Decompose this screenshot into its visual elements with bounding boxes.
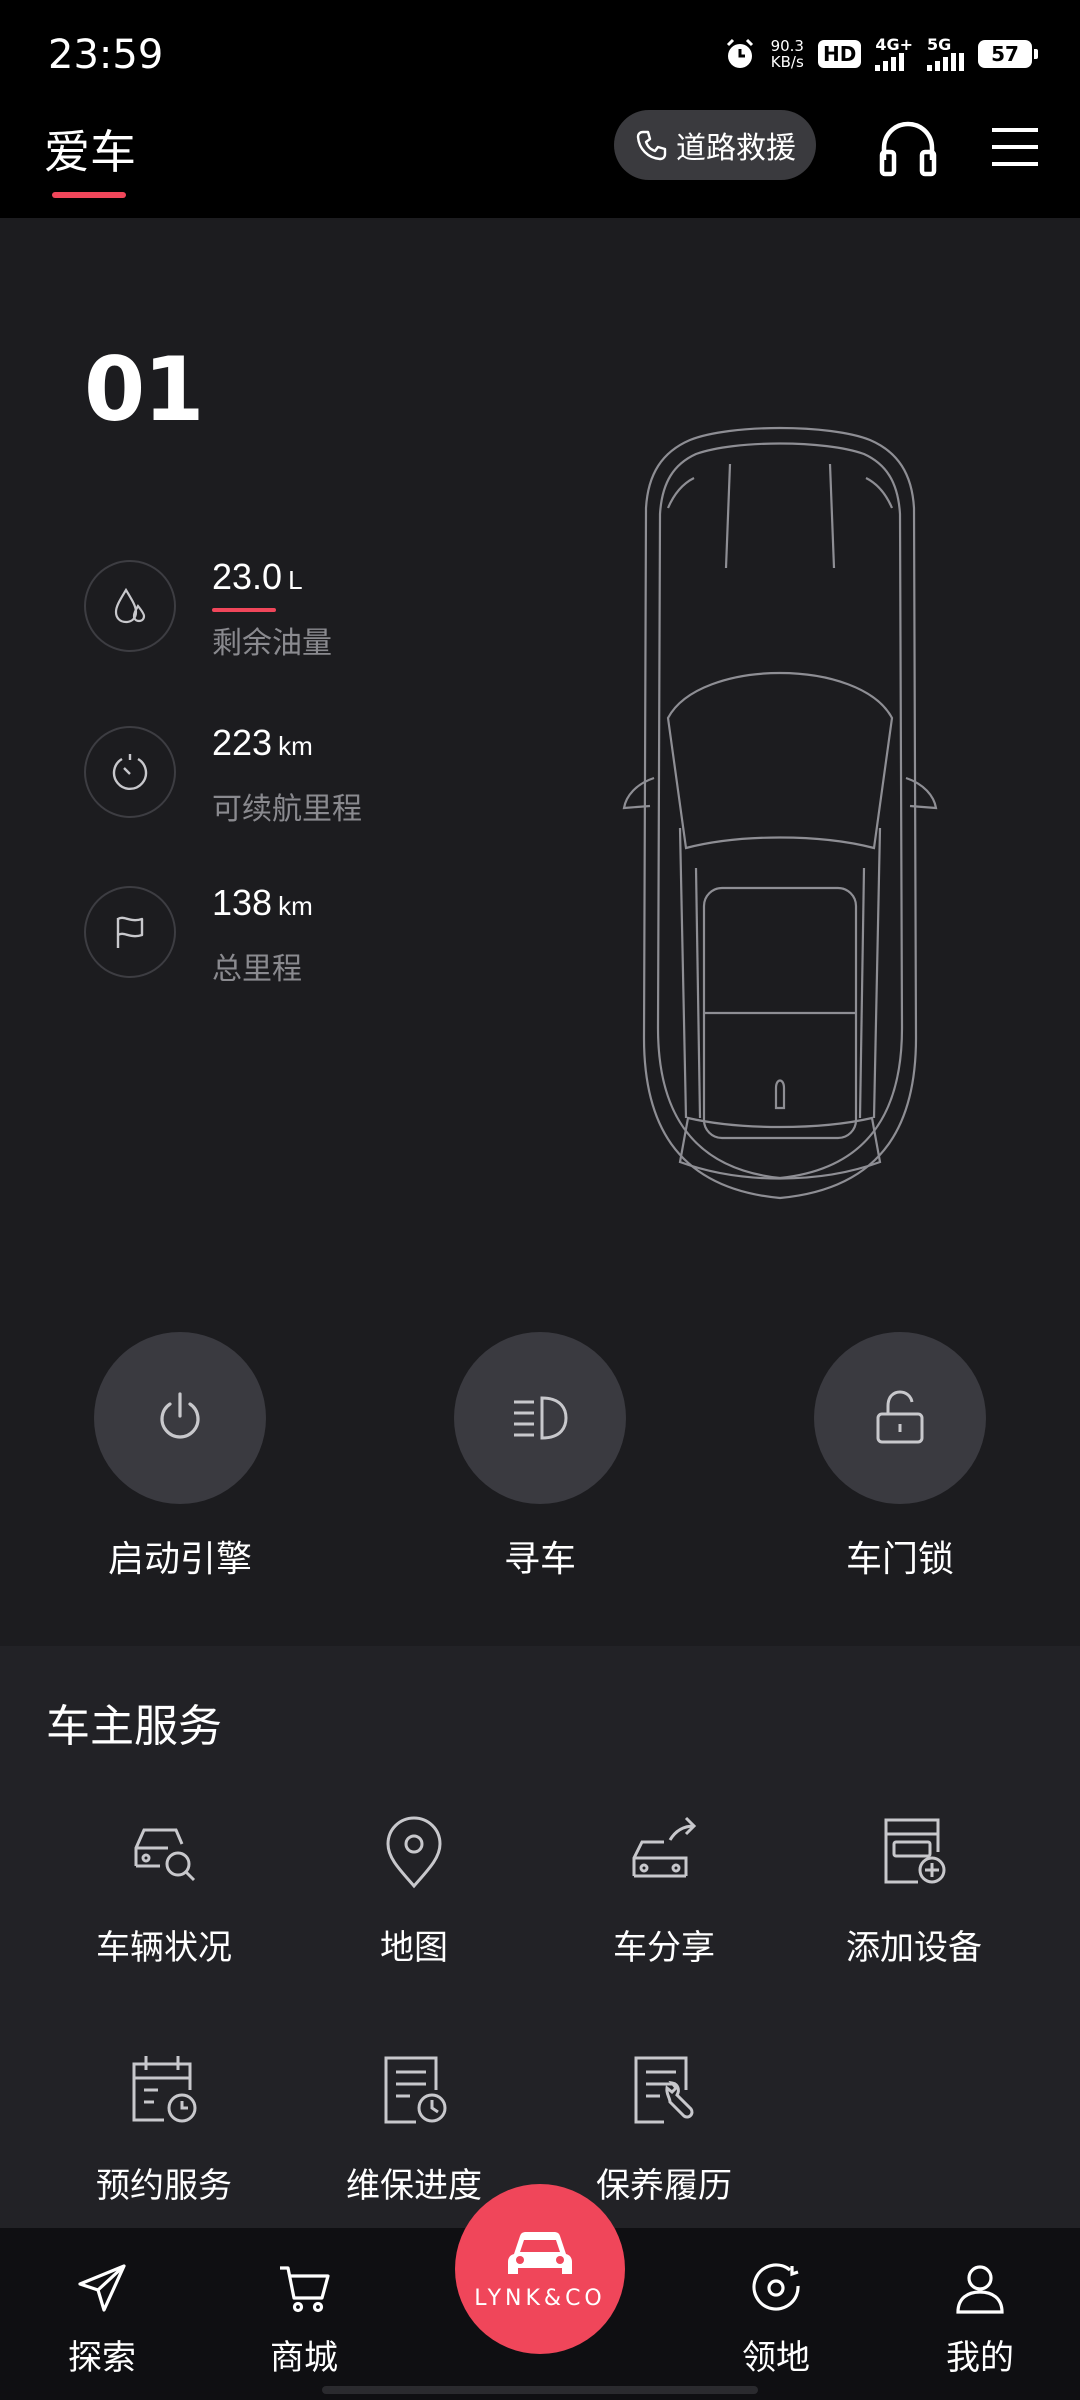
service-add-device[interactable]: 添加设备 xyxy=(804,1812,1024,1969)
service-maintenance-progress[interactable]: 维保进度 xyxy=(304,2050,524,2207)
odometer-stat[interactable]: 138 km 总里程 xyxy=(84,882,504,986)
door-lock-label: 车门锁 xyxy=(845,1538,954,1579)
car-share-icon xyxy=(624,1812,704,1892)
fuel-value: 23.0 L xyxy=(212,556,303,598)
range-label: 可续航里程 xyxy=(212,793,362,826)
nav-label: 我的 xyxy=(946,2339,1014,2377)
start-engine-button[interactable] xyxy=(94,1332,266,1504)
find-car-label: 寻车 xyxy=(503,1538,576,1579)
range-unit: km xyxy=(278,731,313,761)
car-model-logo: 01 xyxy=(84,338,204,441)
fuel-drop-icon xyxy=(84,560,176,652)
fuel-stat[interactable]: 23.0 L 剩余油量 xyxy=(84,556,504,660)
fuel-amount: 23.0 xyxy=(212,556,283,597)
odometer-amount: 138 xyxy=(212,882,273,923)
active-tab-indicator xyxy=(52,192,126,198)
app-header: 爱车 道路救援 xyxy=(0,110,1080,218)
hd-voice-badge: HD xyxy=(817,40,862,68)
service-car-share[interactable]: 车分享 xyxy=(554,1812,774,1969)
calendar-clock-icon xyxy=(124,2050,204,2130)
sim1-network-label: 4G+ xyxy=(875,35,913,54)
maintenance-progress-icon xyxy=(374,2050,454,2130)
send-icon xyxy=(72,2258,132,2318)
nav-explore[interactable]: 探索 xyxy=(32,2258,172,2379)
odometer-value: 138 km xyxy=(212,882,313,924)
door-lock-button[interactable] xyxy=(814,1332,986,1504)
nav-label: 探索 xyxy=(68,2339,136,2377)
nav-mall[interactable]: 商城 xyxy=(234,2258,374,2379)
sim1-signal: 4G+ xyxy=(875,37,913,71)
alarm-icon xyxy=(726,38,753,68)
door-lock-action[interactable]: 车门锁 xyxy=(780,1332,1020,1582)
signal-bars-icon xyxy=(875,53,905,71)
service-label: 车分享 xyxy=(613,1929,715,1967)
status-bar: 23:59 90.3 KB/s HD 4G+ 5G 57 xyxy=(0,0,1080,110)
service-appointment[interactable]: 预约服务 xyxy=(54,2050,274,2207)
add-device-icon xyxy=(874,1812,954,1892)
profile-icon xyxy=(950,2258,1010,2318)
range-stat[interactable]: 223 km 可续航里程 xyxy=(84,722,504,826)
headset-icon[interactable] xyxy=(876,116,940,180)
service-vehicle-status[interactable]: 车辆状况 xyxy=(54,1812,274,1969)
flag-icon xyxy=(84,886,176,978)
brand-wordmark: LYNK&CO xyxy=(474,2285,606,2311)
start-engine-label: 启动引擎 xyxy=(107,1538,252,1579)
road-rescue-button[interactable]: 道路救援 xyxy=(614,110,816,180)
network-speed-value: 90.3 xyxy=(770,37,804,55)
car-search-icon xyxy=(124,1812,204,1892)
service-map[interactable]: 地图 xyxy=(304,1812,524,1969)
menu-icon[interactable] xyxy=(990,124,1040,170)
fuel-unit: L xyxy=(288,565,303,595)
headlight-icon xyxy=(514,1396,568,1440)
fuel-accent-line xyxy=(212,608,276,612)
road-rescue-label: 道路救援 xyxy=(676,132,796,165)
sim2-network-label: 5G xyxy=(927,35,952,54)
find-car-action[interactable]: 寻车 xyxy=(420,1332,660,1582)
network-speed-unit: KB/s xyxy=(770,53,804,71)
home-indicator[interactable] xyxy=(322,2386,758,2394)
sim2-signal: 5G xyxy=(927,37,964,71)
signal-bars-icon xyxy=(927,53,964,71)
range-gauge-icon xyxy=(84,726,176,818)
territory-icon xyxy=(746,2258,806,2318)
page-title[interactable]: 爱车 xyxy=(44,116,136,182)
unlock-icon xyxy=(876,1390,924,1444)
range-amount: 223 xyxy=(212,722,273,763)
status-icons: 90.3 KB/s HD 4G+ 5G 57 xyxy=(723,34,1038,74)
service-label: 车辆状况 xyxy=(96,1929,232,1967)
services-title: 车主服务 xyxy=(46,1702,222,1751)
battery-icon: 57 xyxy=(978,40,1038,68)
range-value: 223 km xyxy=(212,722,313,764)
odometer-label: 总里程 xyxy=(212,953,302,986)
start-engine-action[interactable]: 启动引擎 xyxy=(60,1332,300,1582)
find-car-button[interactable] xyxy=(454,1332,626,1504)
service-label: 地图 xyxy=(380,1929,448,1967)
nav-label: 商城 xyxy=(270,2339,338,2377)
status-time: 23:59 xyxy=(48,32,164,78)
nav-label: 领地 xyxy=(742,2339,810,2377)
service-maintenance-history[interactable]: 保养履历 xyxy=(554,2050,774,2207)
lynk-co-center-button[interactable]: LYNK&CO xyxy=(455,2184,625,2354)
network-speed: 90.3 KB/s xyxy=(771,38,804,70)
nav-territory[interactable]: 领地 xyxy=(706,2258,846,2379)
service-label: 添加设备 xyxy=(846,1929,982,1967)
nav-profile[interactable]: 我的 xyxy=(910,2258,1050,2379)
power-icon xyxy=(160,1392,200,1439)
fuel-label: 剩余油量 xyxy=(212,627,332,660)
phone-icon xyxy=(636,130,667,161)
battery-level: 57 xyxy=(991,42,1019,66)
map-pin-icon xyxy=(374,1812,454,1892)
car-front-icon xyxy=(508,2231,572,2274)
odometer-unit: km xyxy=(278,891,313,921)
car-panel: 01 23.0 L 剩余油量 223 km 可续航里程 138 km 总里程 启… xyxy=(0,218,1080,1646)
owner-services-section: 车主服务 车辆状况 地图 车分享 添加设备 预约服务 维保进度 保养履历 xyxy=(0,1646,1080,2228)
service-label: 预约服务 xyxy=(96,2167,232,2205)
cart-icon xyxy=(274,2258,334,2318)
service-history-icon xyxy=(624,2050,704,2130)
car-top-view-illustration xyxy=(622,426,938,1200)
